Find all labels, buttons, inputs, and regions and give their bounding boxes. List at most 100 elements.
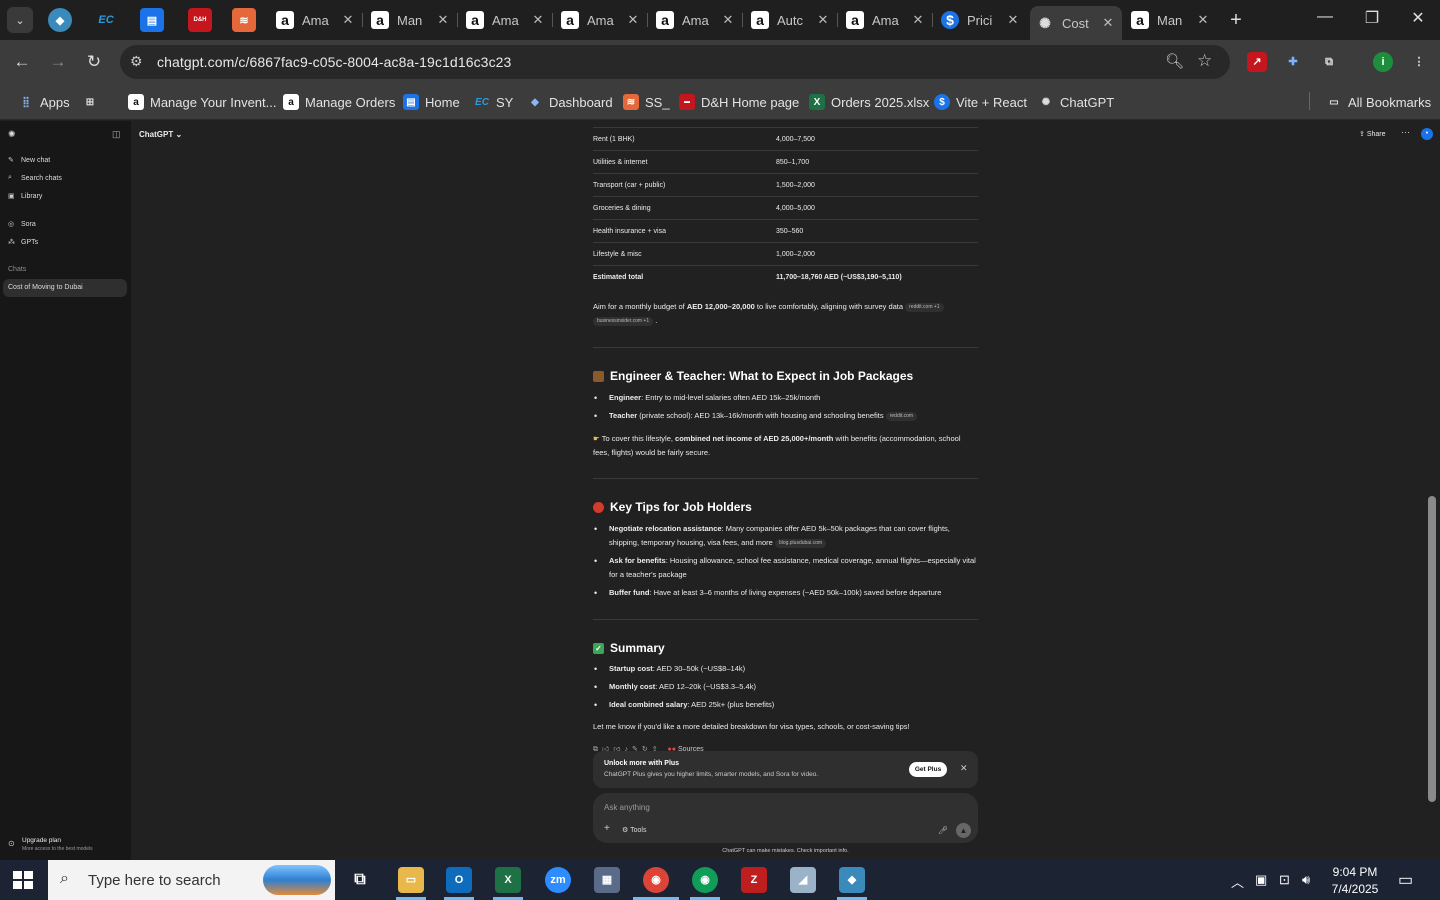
bookmark-tab-groups[interactable]: ⊞: [82, 92, 104, 112]
zoom-app-icon[interactable]: zm: [545, 867, 571, 893]
security-icon[interactable]: ▣: [1255, 872, 1267, 888]
pinned-tab-stack-icon[interactable]: ≋: [232, 8, 256, 32]
taskbar-search[interactable]: ⌕ Type here to search: [48, 860, 335, 900]
tab-search-button[interactable]: ⌄: [7, 7, 33, 33]
all-bookmarks[interactable]: ▭ All Bookmarks: [1326, 92, 1431, 112]
file-explorer-icon[interactable]: ▭: [398, 867, 424, 893]
more-options-icon[interactable]: ⋯: [1401, 127, 1410, 138]
get-plus-button[interactable]: Get Plus: [909, 762, 947, 777]
chatgpt-logo-icon[interactable]: ✺: [8, 129, 16, 140]
voice-mode-icon[interactable]: ▲: [956, 823, 971, 838]
restore-icon[interactable]: ❐: [1357, 8, 1387, 28]
taskbar-search-placeholder[interactable]: Type here to search: [88, 872, 221, 889]
pinned-tab-ec[interactable]: EC: [94, 8, 118, 32]
windows-start-icon[interactable]: [13, 871, 33, 889]
scrollbar-thumb[interactable]: [1428, 496, 1436, 802]
citation-chip[interactable]: blog.plusdubai.com: [774, 538, 827, 548]
bookmark-star-icon[interactable]: ☆: [1197, 51, 1212, 71]
sidebar-gpts[interactable]: ⁂ GPTs: [8, 238, 38, 247]
close-icon[interactable]: ✕: [960, 763, 968, 774]
tab-10[interactable]: a Man ✕: [1125, 6, 1217, 34]
pinned-tab-app-icon[interactable]: ◆: [48, 8, 72, 32]
bookmark-manage-inventory[interactable]: a Manage Your Invent...: [128, 92, 276, 112]
chrome-profile-icon[interactable]: ◉: [692, 867, 718, 893]
sidebar-library[interactable]: ▣ Library: [8, 192, 42, 201]
toggle-sidebar-icon[interactable]: ◫: [112, 129, 121, 140]
upgrade-icon[interactable]: ⊙: [8, 839, 15, 848]
extensions-icon[interactable]: ⧉: [1319, 52, 1339, 72]
bookmark-orders-2025[interactable]: X Orders 2025.xlsx: [809, 92, 929, 112]
notes-app-icon[interactable]: ◢: [790, 867, 816, 893]
filezilla-icon[interactable]: Z: [741, 867, 767, 893]
bookmark-vite-react[interactable]: $ Vite + React: [934, 92, 1027, 112]
close-icon[interactable]: ✕: [530, 12, 546, 28]
tab-3[interactable]: a Ama ✕: [460, 6, 552, 34]
network-icon[interactable]: ⊡: [1279, 872, 1290, 888]
address-bar[interactable]: ⚙ chatgpt.com/c/6867fac9-c05c-8004-ac8a-…: [120, 45, 1230, 79]
extension-arrow-icon[interactable]: ↗: [1247, 52, 1267, 72]
clock[interactable]: 9:04 PM 7/4/2025: [1326, 864, 1384, 898]
excel-icon[interactable]: X: [495, 867, 521, 893]
tab-8[interactable]: $ Prici ✕: [935, 6, 1027, 34]
show-hidden-icons-icon[interactable]: ︿: [1231, 872, 1244, 891]
profile-avatar[interactable]: i: [1373, 52, 1393, 72]
back-icon[interactable]: ←: [10, 50, 34, 74]
sidebar-sora[interactable]: ◎ Sora: [8, 220, 36, 229]
bookmark-dh-home[interactable]: ▬ D&H Home page: [679, 92, 799, 112]
user-avatar[interactable]: •: [1421, 128, 1433, 140]
calculator-icon[interactable]: ▦: [594, 867, 620, 893]
app-diamond-icon[interactable]: ◆: [839, 867, 865, 893]
share-button[interactable]: ⇪ Share: [1359, 130, 1386, 138]
minimize-icon[interactable]: —: [1310, 8, 1340, 26]
sidebar-new-chat[interactable]: ✎ New chat: [8, 156, 50, 165]
prompt-input[interactable]: Ask anything: [604, 803, 650, 812]
bookmark-ss[interactable]: ≋ SS_: [623, 92, 670, 112]
zoom-icon[interactable]: 🔍︎: [1165, 52, 1184, 70]
forward-icon[interactable]: →: [46, 50, 70, 74]
bookmark-home[interactable]: ▤ Home: [403, 92, 460, 112]
tab-5[interactable]: a Ama ✕: [650, 6, 742, 34]
close-icon[interactable]: ✕: [340, 12, 356, 28]
close-icon[interactable]: ✕: [435, 12, 451, 28]
menu-kebab-icon[interactable]: ⋮: [1409, 52, 1429, 72]
bookmark-manage-orders[interactable]: a Manage Orders: [283, 92, 395, 112]
close-icon[interactable]: ✕: [1195, 12, 1211, 28]
tab-2[interactable]: a Man ✕: [365, 6, 457, 34]
composer[interactable]: Ask anything + ⚙ Tools 🎤︎ ▲: [593, 793, 978, 843]
bookmark-apps[interactable]: ⣿ Apps: [18, 92, 69, 112]
close-icon[interactable]: ✕: [1005, 12, 1021, 28]
citation-chip[interactable]: businessinsider.com +1: [593, 316, 654, 326]
chrome-icon[interactable]: ◉: [643, 867, 669, 893]
tab-4[interactable]: a Ama ✕: [555, 6, 647, 34]
close-icon[interactable]: ✕: [910, 12, 926, 28]
tools-button[interactable]: ⚙ Tools: [622, 826, 646, 834]
citation-chip[interactable]: reddit.com +1: [905, 302, 944, 312]
bookmark-chatgpt[interactable]: ✺ ChatGPT: [1038, 92, 1114, 112]
task-view-icon[interactable]: ⧉: [347, 867, 373, 893]
extension-puzzle-blue-icon[interactable]: ✚: [1283, 52, 1303, 72]
new-tab-button[interactable]: +: [1225, 9, 1247, 32]
reload-icon[interactable]: ↻: [82, 50, 106, 74]
tab-9-active[interactable]: ✺ Cost ✕: [1030, 6, 1122, 40]
close-icon[interactable]: ✕: [720, 12, 736, 28]
notifications-icon[interactable]: ▭: [1398, 870, 1413, 890]
close-icon[interactable]: ✕: [1100, 15, 1116, 31]
site-info-icon[interactable]: ⚙: [130, 53, 143, 70]
pinned-tab-dh[interactable]: D&H: [188, 8, 212, 32]
close-icon[interactable]: ✕: [815, 12, 831, 28]
sidebar-search-chats[interactable]: ⌕ Search chats: [8, 174, 62, 182]
close-window-icon[interactable]: ✕: [1403, 8, 1433, 28]
outlook-icon[interactable]: O: [446, 867, 472, 893]
volume-icon[interactable]: 🔊︎: [1302, 872, 1310, 888]
citation-chip[interactable]: reddit.com: [885, 411, 918, 421]
bookmark-dashboard[interactable]: ◆ Dashboard: [527, 92, 612, 112]
url-text[interactable]: chatgpt.com/c/6867fac9-c05c-8004-ac8a-19…: [157, 54, 511, 70]
pinned-tab-google-docs-icon[interactable]: ▤: [140, 8, 164, 32]
close-icon[interactable]: ✕: [625, 12, 641, 28]
model-selector[interactable]: ChatGPT ⌄: [139, 130, 182, 139]
tab-7[interactable]: a Ama ✕: [840, 6, 932, 34]
microphone-icon[interactable]: 🎤︎: [938, 826, 948, 835]
chat-item-cost-of-moving[interactable]: Cost of Moving to Dubai: [8, 284, 83, 291]
bookmark-sy[interactable]: EC SY: [474, 92, 513, 112]
tab-1[interactable]: a Ama ✕: [270, 6, 362, 34]
